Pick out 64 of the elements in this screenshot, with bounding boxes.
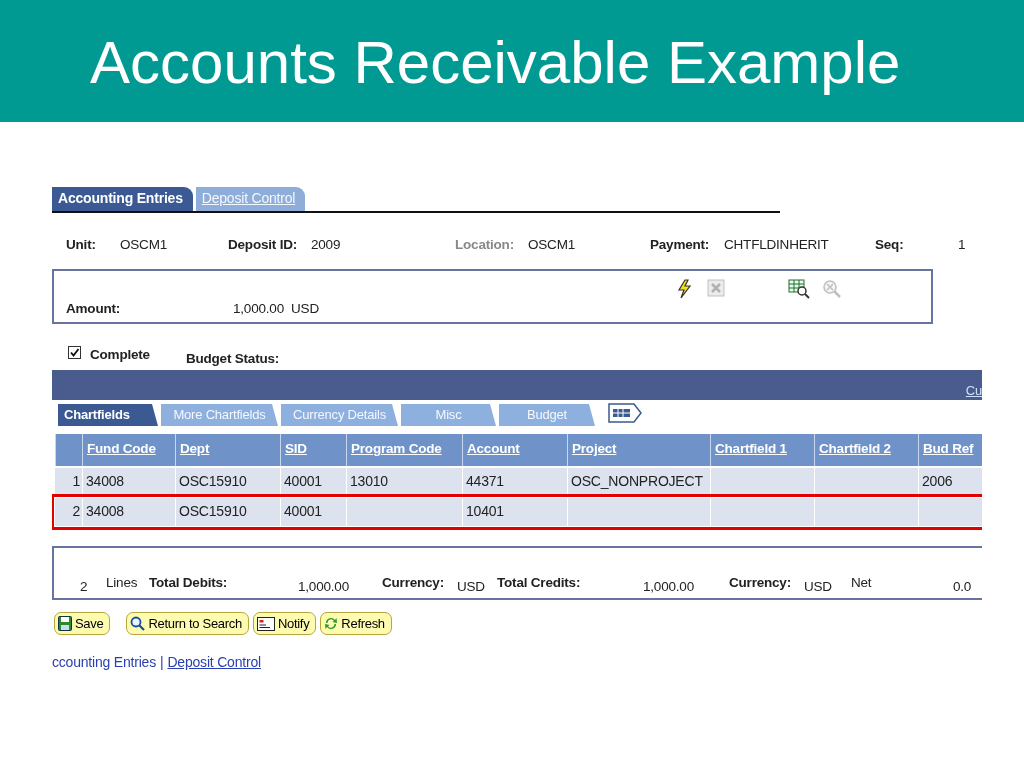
row-number: 1 bbox=[71, 472, 81, 491]
field-label: Unit: bbox=[66, 237, 97, 252]
grid-tab[interactable]: Misc bbox=[401, 404, 496, 426]
search-icon bbox=[130, 616, 146, 631]
field-value: 1,000.00 USD bbox=[233, 301, 320, 318]
slide-title: Accounts Receivable Example bbox=[90, 30, 901, 96]
table-cell: 10401 bbox=[462, 498, 567, 526]
column-header[interactable]: Program Code bbox=[346, 434, 462, 466]
total-label: Net bbox=[851, 575, 873, 590]
total-label: Total Credits: bbox=[497, 575, 582, 590]
link-separator: | bbox=[160, 654, 164, 670]
field-value: 1 bbox=[958, 237, 966, 252]
page-link[interactable]: Deposit Control bbox=[167, 654, 261, 670]
total-value: 1,000.00 bbox=[643, 579, 695, 594]
column-header[interactable]: Chartfield 1 bbox=[710, 434, 814, 466]
total-value: 0.0 bbox=[953, 579, 973, 594]
total-value: USD bbox=[457, 579, 486, 594]
column-header[interactable]: Account bbox=[462, 434, 567, 466]
grid-tab[interactable]: Budget bbox=[499, 404, 595, 426]
customize-link[interactable]: Cu bbox=[965, 383, 982, 400]
field-label: Amount: bbox=[66, 301, 122, 318]
total-value: 2 bbox=[80, 579, 89, 594]
total-label: Lines bbox=[106, 575, 139, 590]
table-cell: 34008 bbox=[82, 498, 175, 526]
page-link[interactable]: ccounting Entries bbox=[52, 654, 156, 670]
checkbox[interactable] bbox=[68, 346, 81, 359]
toolbar-button[interactable]: Return to Search bbox=[126, 612, 249, 635]
toolbar-button[interactable]: Refresh bbox=[320, 612, 392, 635]
toolbar-button[interactable]: Notify bbox=[252, 612, 317, 635]
field-value: OSCM1 bbox=[120, 237, 167, 252]
grid-tab[interactable]: Currency Details bbox=[281, 404, 398, 426]
checkbox-label: Complete bbox=[90, 347, 150, 362]
field-label: Deposit ID: bbox=[228, 237, 299, 252]
toolbar-button[interactable]: Save bbox=[54, 612, 111, 635]
field-value: OSCM1 bbox=[528, 237, 575, 252]
field-label: Seq: bbox=[875, 237, 905, 252]
field-value: CHTFLDINHERIT bbox=[724, 237, 829, 252]
table-cell: OSC15910 bbox=[175, 498, 280, 526]
column-header[interactable]: Fund Code bbox=[82, 434, 175, 466]
page-tab[interactable]: Accounting Entries bbox=[52, 187, 193, 211]
total-label: Currency: bbox=[382, 575, 445, 590]
field-label: Budget Status: bbox=[185, 351, 280, 366]
column-header[interactable]: Project bbox=[567, 434, 710, 466]
field-label: Payment: bbox=[650, 237, 711, 252]
note-card-icon bbox=[256, 616, 275, 631]
grid-tab[interactable]: More Chartfields bbox=[161, 404, 278, 426]
row-number: 2 bbox=[71, 502, 81, 521]
refresh-icon bbox=[324, 616, 339, 631]
column-header[interactable]: SID bbox=[280, 434, 346, 466]
page-tab[interactable]: Deposit Control bbox=[195, 187, 306, 211]
field-value: 2009 bbox=[311, 237, 341, 252]
total-value: 1,000.00 bbox=[298, 579, 350, 594]
table-cell: 40001 bbox=[280, 498, 346, 526]
column-header[interactable]: Chartfield 2 bbox=[814, 434, 918, 466]
grid-tab[interactable]: Chartfields bbox=[58, 404, 158, 426]
total-label: Total Debits: bbox=[149, 575, 229, 590]
field-label: Location: bbox=[455, 237, 515, 252]
magnifier-grid-icon[interactable] bbox=[788, 279, 810, 299]
column-header[interactable]: Bud Ref bbox=[918, 434, 978, 466]
total-label: Currency: bbox=[729, 575, 792, 590]
total-value: USD bbox=[804, 579, 833, 594]
lightning-icon[interactable] bbox=[676, 279, 692, 299]
show-all-columns-icon[interactable] bbox=[608, 403, 642, 423]
column-header[interactable]: Dept bbox=[175, 434, 280, 466]
